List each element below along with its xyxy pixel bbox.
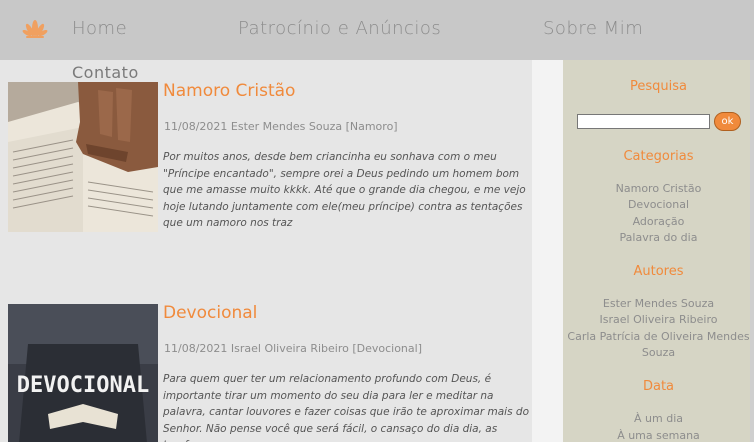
nav-contact-link[interactable]: Contato [72, 63, 139, 82]
post-title[interactable]: Devocional [163, 303, 257, 323]
category-link[interactable]: Namoro Cristão [563, 182, 754, 195]
nav-home-link[interactable]: Home [72, 18, 127, 39]
author-link[interactable]: Carla Patrícia de Oliveira Mendes [563, 330, 754, 343]
category-link[interactable]: Devocional [563, 198, 754, 211]
categories-heading: Categorias [623, 149, 694, 164]
scrollbar[interactable] [750, 60, 754, 442]
author-link[interactable]: Souza [563, 346, 754, 359]
category-link[interactable]: Adoração [563, 215, 754, 228]
top-nav: Home Patrocínio e Anúncios Sobre Mim [0, 0, 754, 60]
category-link[interactable]: Palavra do dia [563, 231, 754, 244]
date-link[interactable]: À um dia [563, 412, 754, 425]
sidebar-gap [532, 60, 563, 442]
post-list: Namoro Cristão 11/08/2021 Ester Mendes S… [0, 60, 532, 442]
authors-heading: Autores [633, 264, 684, 279]
sidebar: Pesquisa ok Categorias Namoro Cristão De… [563, 60, 754, 442]
post-meta: 11/08/2021 Israel Oliveira Ribeiro [Devo… [164, 342, 422, 355]
search-input[interactable] [577, 114, 710, 129]
author-link[interactable]: Israel Oliveira Ribeiro [563, 313, 754, 326]
lotus-logo-icon[interactable] [22, 18, 48, 42]
search-heading: Pesquisa [630, 79, 687, 94]
post-thumbnail[interactable]: DEVOCIONAL [8, 304, 158, 442]
post-thumbnail[interactable] [8, 82, 158, 232]
search-button[interactable]: ok [714, 112, 741, 131]
nav-sponsors-link[interactable]: Patrocínio e Anúncios [238, 18, 441, 39]
post-excerpt: Para quem quer ter um relacionamento pro… [163, 373, 529, 442]
thumbnail-devocional-text: DEVOCIONAL [17, 373, 149, 398]
post-excerpt: Por muitos anos, desde bem criancinha eu… [163, 151, 526, 229]
post-meta: 11/08/2021 Ester Mendes Souza [Namoro] [164, 120, 398, 133]
author-link[interactable]: Ester Mendes Souza [563, 297, 754, 310]
date-heading: Data [642, 379, 675, 394]
post-title[interactable]: Namoro Cristão [163, 81, 295, 101]
date-link[interactable]: À uma semana [563, 429, 754, 442]
nav-about-link[interactable]: Sobre Mim [543, 18, 643, 39]
